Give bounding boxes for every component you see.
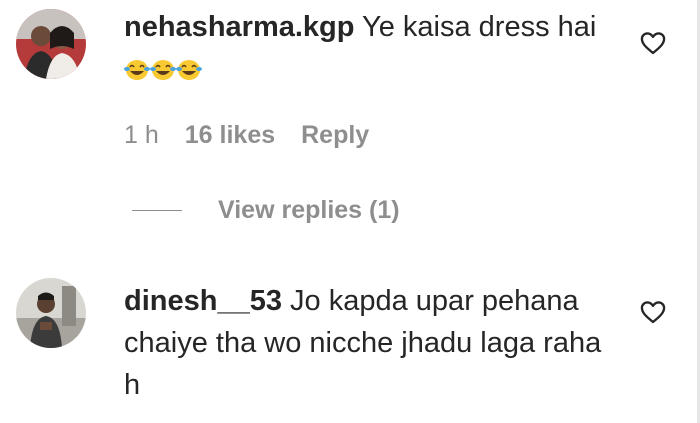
comment-username[interactable]: dinesh__53 <box>124 285 282 317</box>
comment-text: Ye kaisa dress hai <box>362 11 597 43</box>
heart-icon[interactable] <box>639 29 667 57</box>
face-with-tears-of-joy-icon <box>176 51 202 93</box>
comment-username[interactable]: nehasharma.kgp <box>124 11 354 43</box>
view-replies-button[interactable]: View replies (1) <box>132 196 400 225</box>
face-with-tears-of-joy-icon <box>150 51 176 93</box>
divider-line <box>132 209 182 212</box>
avatar-photo <box>16 278 86 348</box>
comment-time: 1 h <box>124 121 159 149</box>
comment-meta: 1 h 16 likes Reply <box>124 121 369 150</box>
avatar[interactable] <box>16 278 86 348</box>
comment-body: dinesh__53 Jo kapda upar pehana chaiye t… <box>124 280 624 406</box>
comment-likes[interactable]: 16 likes <box>185 121 275 150</box>
view-replies-label: View replies (1) <box>218 196 400 224</box>
reply-button[interactable]: Reply <box>301 121 369 150</box>
heart-icon[interactable] <box>639 298 667 326</box>
avatar[interactable] <box>16 9 86 79</box>
comment-item: dinesh__53 Jo kapda upar pehana chaiye t… <box>0 270 700 423</box>
face-with-tears-of-joy-icon <box>124 51 150 93</box>
avatar-photo <box>16 9 86 79</box>
comment-item: nehasharma.kgp Ye kaisa dress hai 1 h 16… <box>0 0 700 240</box>
comment-body: nehasharma.kgp Ye kaisa dress hai <box>124 6 624 93</box>
